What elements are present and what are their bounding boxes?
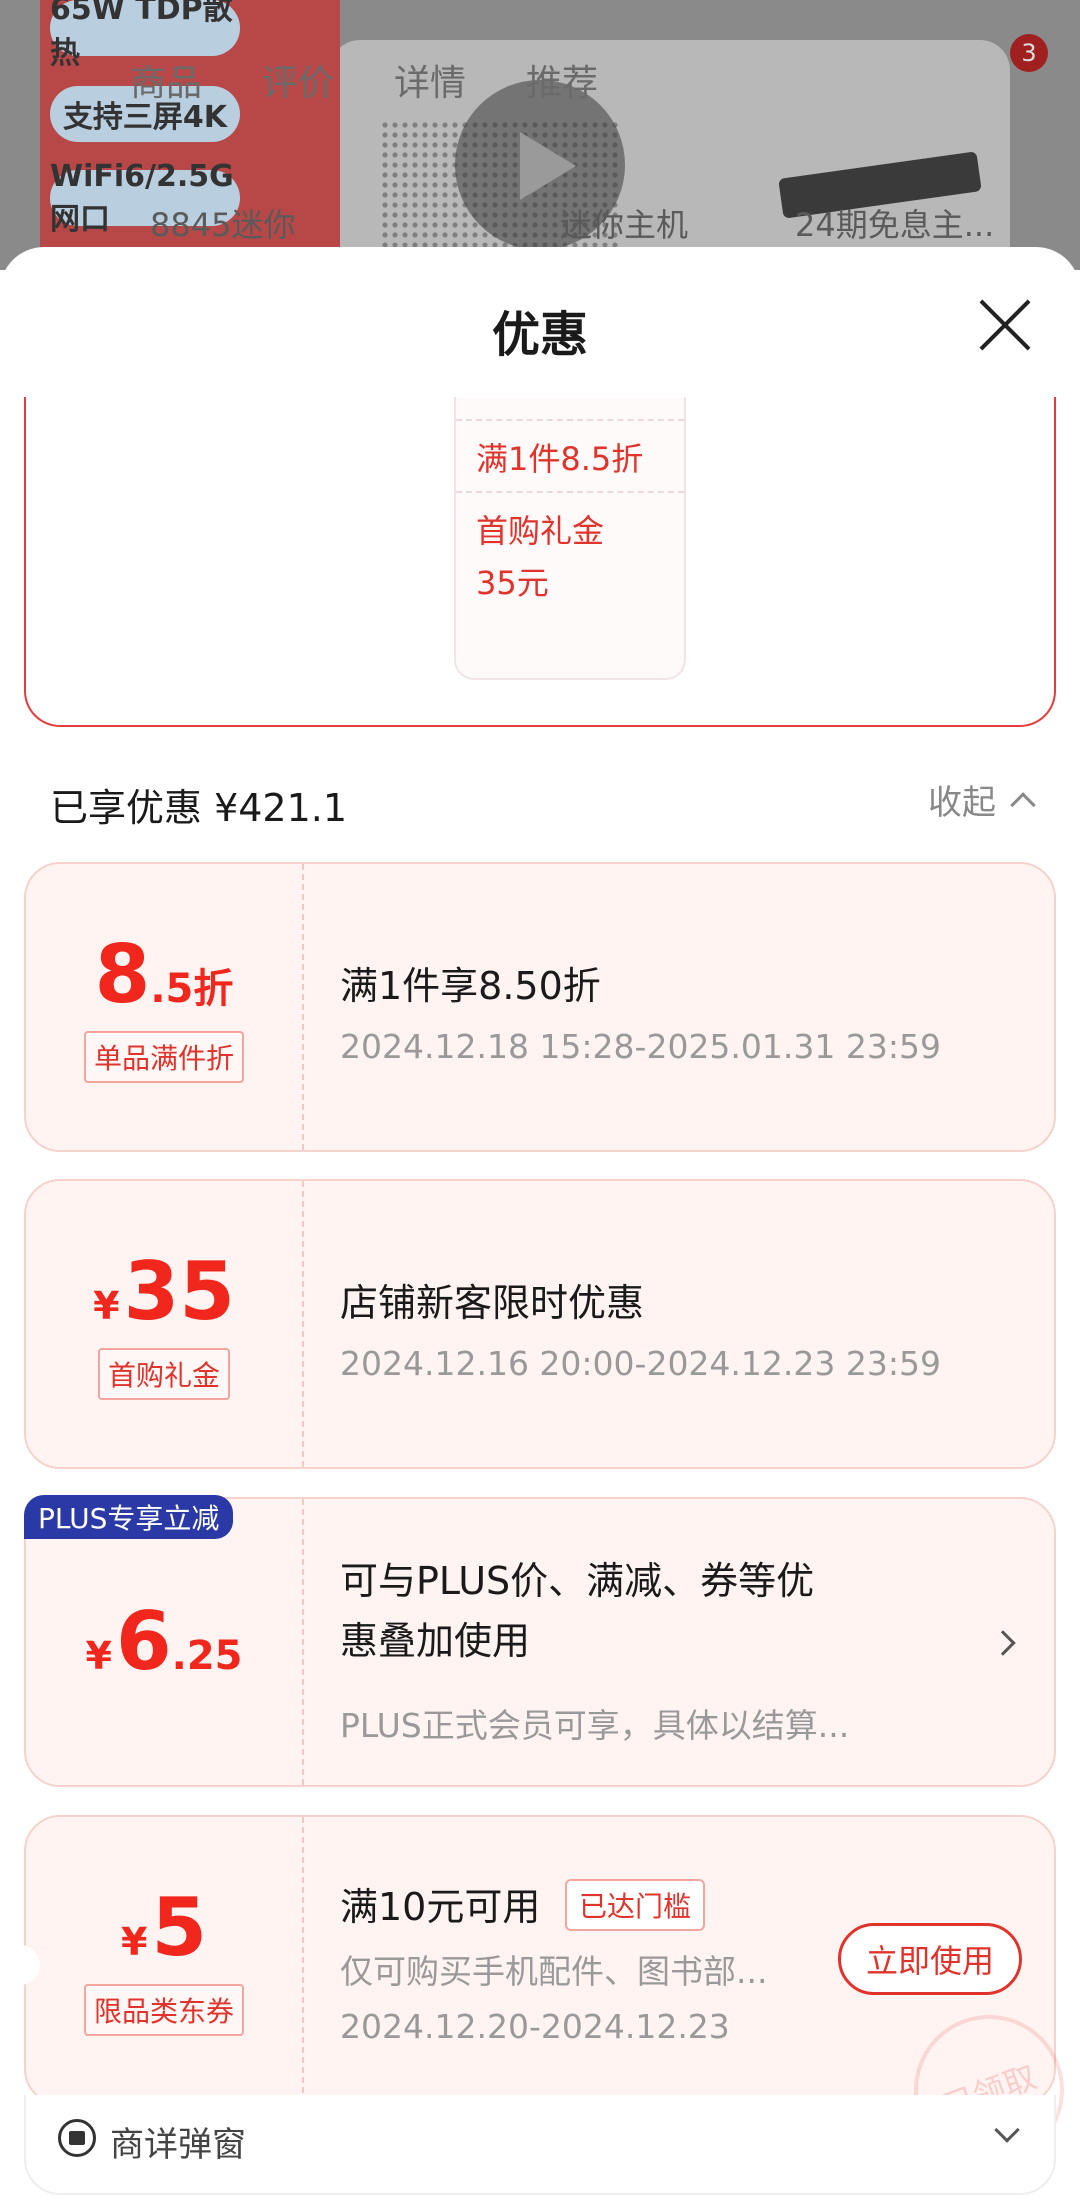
coupon-title: 店铺新客限时优惠 (340, 1281, 645, 1325)
divider (302, 1181, 304, 1467)
search-suggestion: 迷你主机 (560, 206, 689, 244)
coupon-value-area: ¥ 35 首购礼金 (26, 1181, 302, 1467)
tab-recommend: 推荐 (526, 63, 599, 104)
tab-product: 商品 (130, 63, 203, 104)
mini-gift-amount: 35元 (476, 564, 549, 602)
threshold-reached-tag: 已达门槛 (565, 1879, 706, 1931)
tab-reviews: 评价 (262, 63, 335, 104)
cart-count-badge: 3 (1010, 34, 1048, 72)
popup-icon (58, 2119, 96, 2157)
mini-gift-label: 首购礼金 (476, 512, 605, 550)
collapse-label: 收起 (928, 783, 996, 823)
background-product-page: 65W TDP散热 支持三屏4K WiFi6/2.5G网口 商品 评价 详情 推… (0, 0, 1080, 270)
close-icon[interactable] (975, 295, 1035, 355)
divider (302, 1499, 304, 1785)
coupon-title-line1: 可与PLUS价、满减、券等优 (340, 1559, 815, 1603)
coupon-title-line2: 惠叠加使用 (340, 1619, 531, 1663)
currency-symbol: ¥ (93, 1284, 120, 1328)
discount-summary-card: 满1件8.5折 首购礼金 35元 (24, 397, 1056, 727)
coupon-value-area: 8 .5折 单品满件折 (26, 864, 302, 1150)
coupon-validity: 2024.12.20-2024.12.23 (340, 2007, 730, 2046)
divider (302, 864, 304, 1150)
divider (456, 491, 684, 493)
amount-integer: 5 (151, 1881, 208, 1974)
search-suggestion: 8845迷你 (150, 206, 296, 244)
amount-decimal: .25 (171, 1633, 243, 1679)
chevron-up-icon (1010, 791, 1036, 818)
coupon-title: 满10元可用 (340, 1885, 541, 1929)
amount-integer: 6 (115, 1595, 172, 1688)
amount-integer: 8 (94, 928, 151, 1021)
coupon-title: 满1件享8.50折 (340, 964, 601, 1008)
plus-coupon-card[interactable]: PLUS专享立减 ¥ 6 .25 可与PLUS价、满减、券等优 惠叠加使用 PL… (24, 1495, 1056, 1787)
coupon-card: ¥ 5 限品类东券 满10元可用 已达门槛 仅可购买手机配件、图书部... 20… (12, 1815, 1080, 2187)
coupon-note: PLUS正式会员可享，具体以结算... (340, 1706, 850, 1745)
coupon-amount: ¥ 5 (121, 1884, 207, 1972)
chevron-down-icon[interactable] (994, 2117, 1020, 2143)
coupon-scope: 仅可购买手机配件、图书部... (340, 1952, 768, 1991)
search-suggestion: 24期免息主... (795, 206, 995, 244)
sheet-title: 优惠 (491, 307, 588, 363)
coupon-value-area: ¥ 5 限品类东券 (26, 1817, 302, 2103)
discount-sheet: 优惠 满1件8.5折 首购礼金 35元 已享优惠 ¥421.1 收起 8 .5折… (0, 247, 1080, 2207)
coupon-card[interactable]: 8 .5折 单品满件折 满1件享8.50折 2024.12.18 15:28-2… (24, 862, 1056, 1152)
discount-mini-column: 满1件8.5折 首购礼金 35元 (454, 397, 686, 680)
coupon-type-tag: 首购礼金 (97, 1348, 230, 1400)
coupon-validity: 2024.12.18 15:28-2025.01.31 23:59 (340, 1027, 941, 1066)
coupon-amount: 8 .5折 (95, 931, 234, 1019)
coupon-amount: ¥ 6 .25 (86, 1598, 243, 1686)
product-nav-tabs: 商品 评价 详情 推荐 (0, 30, 1080, 130)
coupon-type-tag: 单品满件折 (83, 1031, 244, 1083)
coupon-type-tag: 限品类东券 (83, 1984, 244, 2036)
currency-symbol: ¥ (120, 1920, 148, 1964)
enjoyed-discount-total: 已享优惠 ¥421.1 (50, 786, 348, 830)
popup-label: 商详弹窗 (110, 2125, 246, 2165)
detail-popup-strip[interactable]: 商详弹窗 (24, 2095, 1056, 2195)
collapse-button[interactable]: 收起 (928, 775, 1036, 824)
use-now-button[interactable]: 立即使用 (838, 1923, 1022, 1995)
coupon-amount: ¥ 35 (93, 1248, 235, 1336)
currency-symbol: ¥ (85, 1634, 112, 1678)
tab-details: 详情 (394, 63, 467, 104)
coupon-card[interactable]: ¥ 35 首购礼金 店铺新客限时优惠 2024.12.16 20:00-2024… (24, 1179, 1056, 1469)
coupon-value-area: ¥ 6 .25 (26, 1499, 302, 1785)
coupon-validity: 2024.12.16 20:00-2024.12.23 23:59 (340, 1344, 941, 1383)
divider (302, 1817, 304, 2103)
mini-discount-label: 满1件8.5折 (476, 440, 644, 478)
amount-suffix: .5折 (150, 966, 234, 1012)
amount-integer: 35 (123, 1245, 235, 1338)
divider (456, 419, 684, 421)
